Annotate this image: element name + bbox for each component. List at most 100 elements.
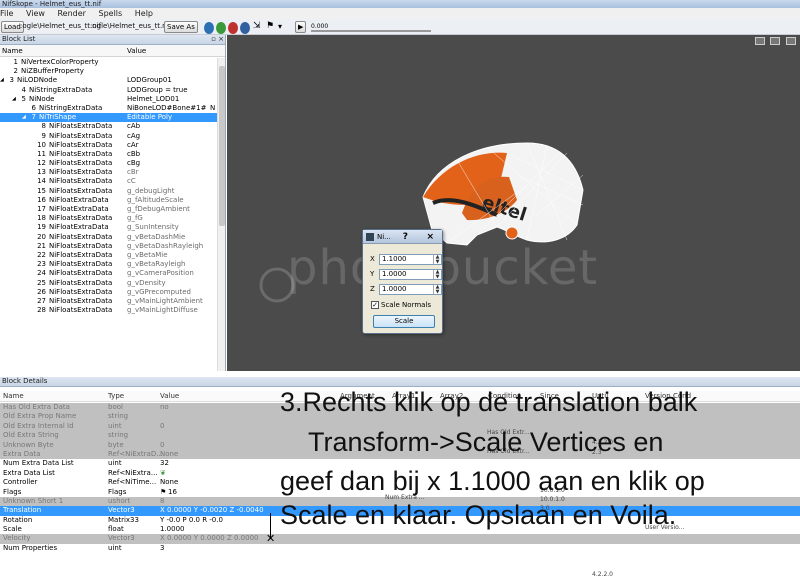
help-icon[interactable]: ? [403,230,408,244]
block-value: g_vMainLightDiffuse [127,306,198,315]
menu-help[interactable]: Help [135,8,153,19]
block-value: g_vBetaRayleigh [127,260,186,269]
tree-row[interactable]: 4 NiStringExtraData LODGroup = true [0,86,218,95]
menu-view[interactable]: View [26,8,45,19]
texture-icon[interactable] [228,22,238,34]
block-index: 10 [37,140,46,149]
expand-arrow-icon[interactable]: ◢ [22,113,26,122]
scrollbar-thumb[interactable] [219,66,225,226]
shader-icon[interactable] [240,22,250,34]
lighting-icon[interactable] [216,22,226,34]
dialog-close-icon[interactable]: × [426,230,434,244]
tree-row[interactable]: 9 NiFloatsExtraData cAg [0,132,218,141]
menu-file[interactable]: File [0,8,13,19]
tree-row[interactable]: 6 NiStringExtraData NiBoneLOD#Bone#1# N [0,104,218,113]
tree-row[interactable]: 24 NiFloatsExtraData g_vCameraPosition [0,269,218,278]
menu-spells[interactable]: Spells [99,8,123,19]
float-icon[interactable]: ▫ [211,35,216,44]
dropdown-arrow-icon[interactable]: ▾ [278,21,282,33]
tree-row[interactable]: 17 NiFloatExtraData g_fDebugAmbient [0,205,218,214]
tree-row[interactable]: 13 NiFloatsExtraData cBr [0,168,218,177]
block-value: NiBoneLOD#Bone#1# [127,103,207,112]
detail-type: uint [108,543,122,552]
block-name: NiTriShape [39,113,77,122]
block-tree[interactable]: 1 NiVertexColorProperty 2 NiZBufferProperty… [0,58,218,315]
tree-row[interactable]: 21 NiFloatsExtraData g_vBetaDashRayleigh [0,242,218,251]
block-index: 28 [37,306,46,315]
x-spin-arrows-icon[interactable]: ▲ ▼ [433,255,441,264]
tree-row[interactable]: 7 NiTriShape Editable Poly ◢ [0,113,218,123]
col-type[interactable]: Type [108,391,124,402]
tree-row[interactable]: 8 NiFloatsExtraData cAb [0,122,218,131]
block-index: 16 [37,195,46,204]
detail-name: Num Extra Data List [3,459,74,468]
block-list-scrollbar[interactable] [217,58,225,371]
col-value[interactable]: Value [160,391,179,402]
tree-row[interactable]: 14 NiFloatsExtraData cC [0,177,218,186]
tree-row[interactable]: 22 NiFloatsExtraData g_vBetaMie [0,251,218,260]
y-spin-arrows-icon[interactable]: ▲ ▼ [433,270,441,279]
detail-value: 1.0000 [160,525,185,534]
scale-dialog-title-bar[interactable]: Ni... ? × [363,230,442,244]
detail-row[interactable]: Num Properties uint 3 [0,544,800,553]
detail-name: Has Old Extra Data [3,403,70,411]
tree-row[interactable]: 16 NiFloatExtraData g_fAltitudeScale [0,196,218,205]
flag-icon[interactable]: ⚑ [160,488,166,497]
tree-row[interactable]: 3 NiLODNode LODGroup01 ◢ [0,76,218,85]
link-icon[interactable]: ❦ [160,469,166,478]
toolbar: Load :ogle\Helmet_eus_tt.nif :ogle\Helme… [0,19,800,35]
tree-row[interactable]: 15 NiFloatsExtraData g_debugLight [0,187,218,196]
col-name[interactable]: Name [2,45,23,57]
scale-button[interactable]: Scale [373,315,435,328]
tree-row[interactable]: 23 NiFloatsExtraData g_vBetaRayleigh [0,260,218,269]
scale-dialog: Ni... ? × X 1.1000 ▲ ▼ Y 1.0000 ▲ ▼ Z 1.0000… [362,229,443,334]
tree-row[interactable]: 10 NiFloatsExtraData cAr [0,141,218,150]
time-slider[interactable] [311,30,431,32]
detail-name: Old Extra Internal Id [3,421,74,430]
tree-row[interactable]: 5 NiNode Helmet_LOD01 ◢ [0,95,218,104]
flag-icon[interactable]: ⚑ [266,21,274,33]
y-spinbox[interactable]: 1.0000 ▲ ▼ [379,269,442,280]
annotation-line-1: 3.Rechts klik op de translation balk [280,387,698,417]
x-spinbox[interactable]: 1.1000 ▲ ▼ [379,254,442,265]
window-title-bar: NifSkope - Helmet_eus_tt.nif [0,0,800,8]
save-path-field[interactable]: :ogle\Helmet_eus_tt.nif [90,21,171,33]
block-value: LODGroup = true [127,85,188,94]
z-spin-arrows-icon[interactable]: ▲ ▼ [433,285,441,294]
tree-row[interactable]: 26 NiFloatsExtraData g_vGPrecomputed [0,288,218,297]
tree-row[interactable]: 18 NiFloatsExtraData g_fG [0,214,218,223]
col-name[interactable]: Name [3,391,24,402]
checkmark-icon[interactable]: ✓ [371,301,379,309]
block-index: 19 [37,223,46,232]
app-icon [366,233,374,241]
detail-row[interactable]: Velocity Vector3 X 0.0000 Y 0.0000 Z 0.000… [0,534,800,544]
block-name: NiFloatsExtraData [49,177,113,186]
detail-name: Extra Data List [3,468,55,477]
axes-icon[interactable]: ⇲ [253,21,261,33]
tree-row[interactable]: 19 NiFloatExtraData g_SunIntensity [0,223,218,232]
close-icon[interactable]: × [218,35,224,44]
expand-arrow-icon[interactable]: ◢ [12,95,16,104]
scale-normals-checkbox[interactable]: ✓ Scale Normals [371,301,431,310]
tree-row[interactable]: 20 NiFloatsExtraData g_vBetaDashMie [0,233,218,242]
z-spinbox[interactable]: 1.0000 ▲ ▼ [379,284,442,295]
play-button[interactable]: ▶ [295,21,307,33]
tree-row[interactable]: 1 NiVertexColorProperty [0,58,218,67]
block-value: cBg [127,159,141,168]
expand-arrow-icon[interactable]: ◢ [0,76,4,85]
save-as-button[interactable]: Save As [164,21,198,33]
tree-row[interactable]: 28 NiFloatsExtraData g_vMainLightDiffuse [0,306,218,315]
load-path-field[interactable]: :ogle\Helmet_eus_tt.nif [20,21,101,33]
helmet-model: eltel [422,142,584,246]
block-name: NiFloatExtraData [49,205,109,213]
tree-row[interactable]: 12 NiFloatsExtraData cBg [0,159,218,168]
col-value[interactable]: Value [127,45,146,57]
tree-row[interactable]: 25 NiFloatsExtraData g_vDensity [0,279,218,288]
tree-row[interactable]: 2 NiZBufferProperty [0,67,218,76]
menu-render[interactable]: Render [57,8,85,19]
render-viewport[interactable]: eltel photobucket [227,35,800,371]
render-icon[interactable] [204,22,214,34]
tree-row[interactable]: 11 NiFloatsExtraData cBb [0,150,218,159]
tree-row[interactable]: 27 NiFloatsExtraData g_vMainLightAmbient [0,297,218,306]
block-name: NiFloatsExtraData [49,140,113,149]
